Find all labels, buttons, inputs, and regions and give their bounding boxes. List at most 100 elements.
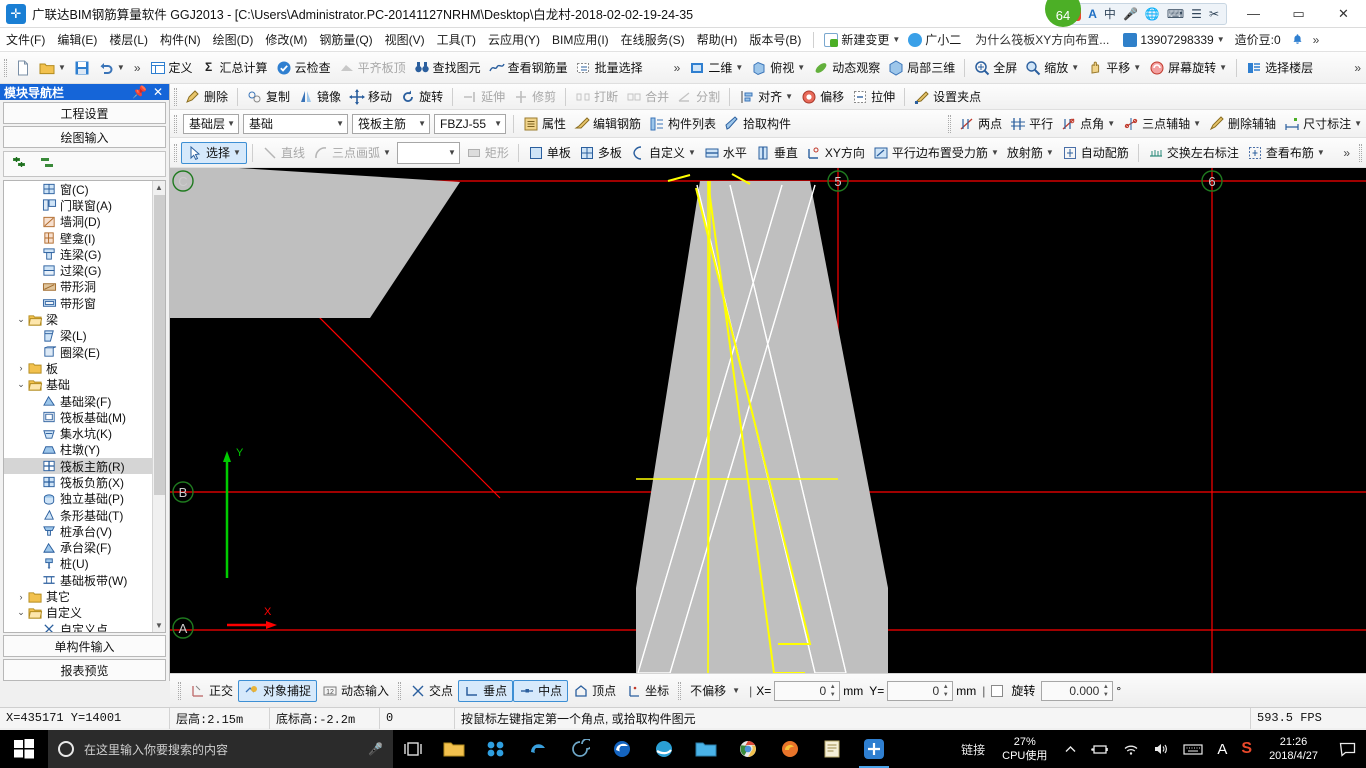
menu-help[interactable]: 帮助(H) [691, 28, 744, 52]
tool-zoom[interactable]: 缩放 ▼ [1021, 57, 1083, 79]
button-single-component-input[interactable]: 单构件输入 [3, 635, 166, 657]
chevron-down-icon[interactable]: ⌄ [14, 314, 28, 325]
button-draw-input[interactable]: 绘图输入 [3, 126, 166, 148]
chevron-down-icon[interactable]: ▼ [1317, 148, 1325, 157]
tool-view-rebar-layout[interactable]: 查看布筋 ▼ [1243, 142, 1329, 164]
element-type-combo[interactable]: 筏板主筋 ▼ [352, 113, 430, 134]
wifi-icon[interactable] [1116, 743, 1146, 756]
chevron-down-icon[interactable]: ▼ [448, 148, 456, 157]
spinner-arrows-icon[interactable]: ▲ ▼ [1101, 683, 1110, 699]
menu-bim-app[interactable]: BIM应用(I) [546, 28, 615, 52]
tool-2d-view[interactable]: 二维 ▼ [685, 57, 747, 79]
tool-define[interactable]: 定义 [146, 57, 197, 79]
menu-component[interactable]: 构件(N) [154, 28, 207, 52]
tool-move[interactable]: 移动 [345, 86, 396, 108]
tool-edit-rebar[interactable]: 编辑钢筋 [570, 113, 645, 135]
chevron-down-icon[interactable]: ⌄ [14, 607, 28, 618]
snap-vertex[interactable]: 顶点 [568, 680, 621, 702]
sogou-ime-toolbar[interactable]: S A 中 🎤 🌐 ⌨ ☰ ✂ [1058, 2, 1227, 25]
tool-dynamic-observe[interactable]: 动态观察 [809, 57, 884, 79]
tree-item-2[interactable]: 墙洞(D) [4, 214, 152, 230]
tree-item-10[interactable]: 圈梁(E) [4, 344, 152, 360]
tool-xy-direction[interactable]: XY方向 [802, 142, 869, 164]
tree-scrollbar[interactable]: ▲ ▼ [152, 181, 165, 632]
maximize-button[interactable]: ▭ [1276, 0, 1321, 28]
new-change-button[interactable]: 新建变更 ▼ [820, 31, 904, 48]
taskbar-app-firefox[interactable] [769, 730, 811, 768]
save-icon[interactable] [70, 57, 94, 79]
taskbar-app-edge[interactable] [601, 730, 643, 768]
toolbar-overflow-mid-icon[interactable]: » [669, 61, 686, 75]
taskbar-app-internet-explorer[interactable] [643, 730, 685, 768]
tool-custom-shape[interactable]: 自定义 ▼ [626, 142, 700, 164]
pin-icon[interactable]: 📌 [132, 85, 147, 99]
action-center-icon[interactable] [1328, 730, 1366, 768]
tool-split[interactable]: 分割 [673, 86, 724, 108]
options-grip[interactable] [678, 681, 682, 700]
tree-item-14[interactable]: 筏板基础(M) [4, 409, 152, 425]
toolbar-grip[interactable] [174, 114, 177, 133]
tool-align-slab-top[interactable]: 平齐板顶 [335, 57, 410, 79]
menu-floor[interactable]: 楼层(L) [103, 28, 154, 52]
chevron-down-icon[interactable]: ▼ [1193, 119, 1201, 128]
tool-pick-component[interactable]: 拾取构件 [720, 113, 795, 135]
volume-icon[interactable] [1146, 742, 1176, 756]
line-style-combo[interactable]: ▼ [396, 141, 460, 164]
chevron-down-icon[interactable]: ▼ [1046, 148, 1054, 157]
toggle-dynamic-input[interactable]: 12 动态输入 [317, 680, 394, 702]
minimize-button[interactable]: — [1231, 0, 1276, 28]
windows-start-icon[interactable] [0, 730, 48, 768]
spinner-arrows-icon[interactable]: ▲ ▼ [828, 683, 837, 699]
chevron-down-icon[interactable]: ▼ [785, 92, 793, 101]
y-offset-input[interactable]: 0 ▲ ▼ [887, 680, 954, 701]
chevron-down-icon[interactable]: ▼ [1217, 35, 1225, 44]
microphone-icon[interactable]: 🎤 [368, 742, 383, 756]
element-name-combo[interactable]: FBZJ-55 ▼ [434, 113, 506, 134]
tray-link-label[interactable]: 链接 [954, 741, 992, 758]
tree-item-27[interactable]: 自定义点 [4, 621, 152, 632]
tool-local-3d[interactable]: 局部三维 [884, 57, 959, 79]
snap-intersection[interactable]: 交点 [405, 680, 458, 702]
tool-mirror[interactable]: 镜像 [294, 86, 345, 108]
bell-icon[interactable] [1287, 33, 1308, 46]
tool-align[interactable]: 对齐 ▼ [735, 86, 797, 108]
promo-link[interactable]: 为什么筏板XY方向布置... [965, 31, 1119, 48]
tool-select-floor[interactable]: 选择楼层 [1242, 57, 1317, 79]
scroll-down-icon[interactable]: ▼ [153, 619, 165, 632]
undo-icon[interactable]: ▼ [94, 57, 129, 79]
chevron-down-icon[interactable]: ▼ [991, 148, 999, 157]
tree-item-24[interactable]: 基础板带(W) [4, 572, 152, 588]
tool-find-element[interactable]: 查找图元 [410, 57, 485, 79]
toolbar-grip[interactable] [1359, 143, 1362, 162]
tree-item-8[interactable]: ⌄ 梁 [4, 311, 152, 327]
tree-item-21[interactable]: 桩承台(V) [4, 523, 152, 539]
category-combo[interactable]: 基础 ▼ [243, 113, 348, 134]
floor-combo[interactable]: 基础层 ▼ [183, 113, 239, 134]
chevron-down-icon[interactable]: ▼ [1071, 63, 1079, 72]
tool-summary-calc[interactable]: Σ 汇总计算 [197, 57, 272, 79]
toolbar-overflow-left-icon[interactable]: » [129, 61, 146, 75]
menu-view[interactable]: 视图(V) [379, 28, 431, 52]
task-view-icon[interactable] [393, 730, 433, 768]
button-report-preview[interactable]: 报表预览 [3, 659, 166, 681]
tool-fullscreen[interactable]: 全屏 [970, 57, 1021, 79]
tree-item-16[interactable]: 柱墩(Y) [4, 442, 152, 458]
new-file-icon[interactable] [11, 57, 35, 79]
tool-merge[interactable]: 合并 [622, 86, 673, 108]
phone-account[interactable]: 13907298339 ▼ [1119, 32, 1228, 47]
expand-all-icon[interactable] [12, 155, 30, 174]
tool-line[interactable]: 直线 [258, 142, 309, 164]
toggle-ortho[interactable]: 正交 [185, 680, 238, 702]
tool-rectangle[interactable]: 矩形 [462, 142, 513, 164]
menu-rebar-quantity[interactable]: 钢筋量(Q) [313, 28, 378, 52]
tree-item-1[interactable]: 门联窗(A) [4, 197, 152, 213]
taskbar-app-glodon[interactable] [853, 730, 895, 768]
tool-top-view[interactable]: 俯视 ▼ [747, 57, 809, 79]
user-account[interactable]: 广小二 [904, 31, 965, 48]
tree-item-6[interactable]: 带形洞 [4, 279, 152, 295]
tree-item-9[interactable]: 梁(L) [4, 328, 152, 344]
ime-a-icon[interactable]: A [1210, 741, 1234, 758]
drawing-canvas[interactable]: C 5 6 B A Y X [170, 168, 1366, 673]
collapse-all-icon[interactable] [40, 155, 58, 174]
tree-item-20[interactable]: 条形基础(T) [4, 507, 152, 523]
